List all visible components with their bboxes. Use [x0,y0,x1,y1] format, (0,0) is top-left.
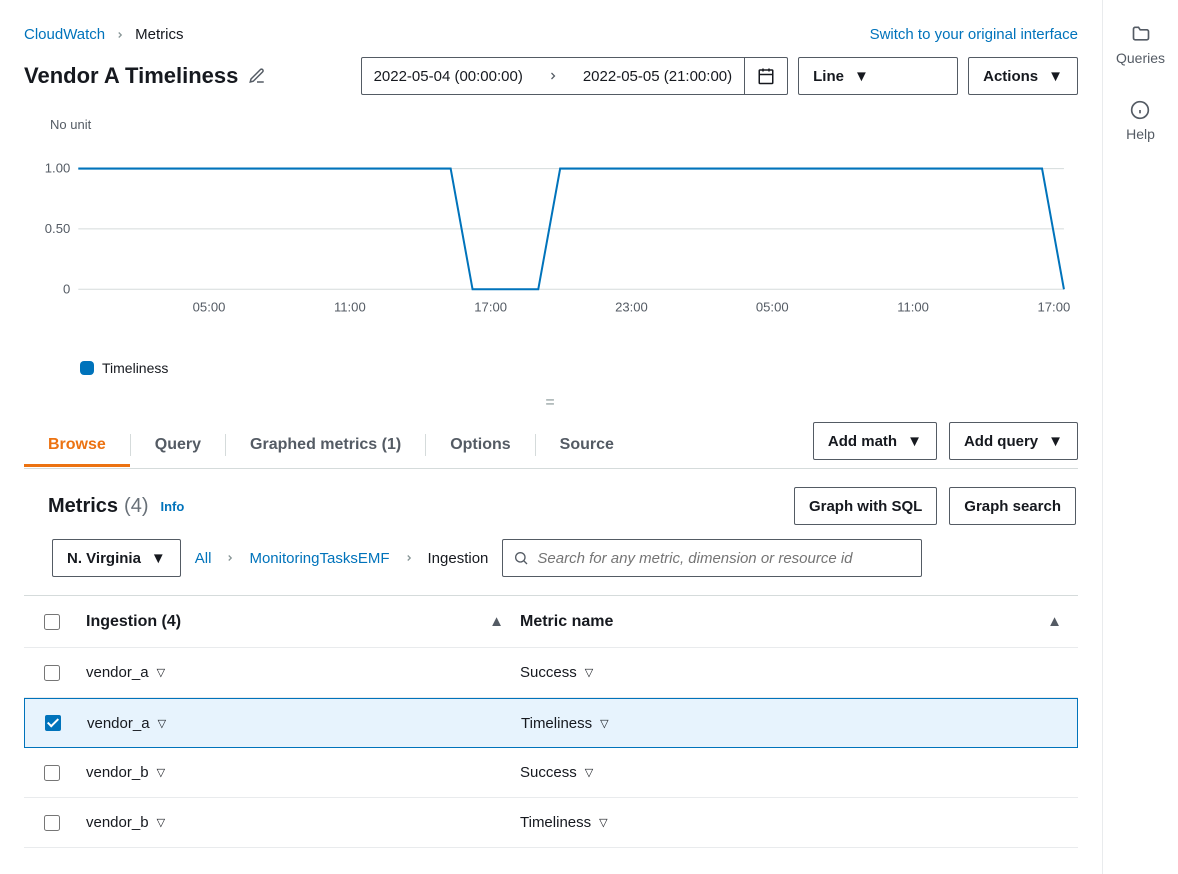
help-icon [1130,100,1150,120]
resize-handle-icon[interactable]: = [24,392,1078,422]
table-row[interactable]: vendor_b ▽ Timeliness ▽ [24,798,1078,848]
svg-text:0.50: 0.50 [45,221,70,236]
tab-browse[interactable]: Browse [24,424,130,466]
sort-icon[interactable]: ▲ [489,613,520,630]
chevron-down-icon: ▼ [151,550,166,567]
edit-icon[interactable] [248,67,266,85]
date-from[interactable]: 2022-05-04 (00:00:00) [362,58,535,94]
rail-queries[interactable]: Queries [1116,24,1165,66]
legend-label: Timeliness [102,360,168,376]
cell-metric: Timeliness [520,814,591,831]
graph-search-button[interactable]: Graph search [949,487,1076,525]
metrics-heading: Metrics (4) [48,495,148,518]
breadcrumb-root[interactable]: CloudWatch [24,26,105,43]
legend-swatch [80,361,94,375]
svg-text:1.00: 1.00 [45,161,70,176]
switch-interface-link[interactable]: Switch to your original interface [870,26,1078,43]
svg-text:11:00: 11:00 [897,299,929,314]
rail-help-label: Help [1126,126,1155,142]
table-row[interactable]: vendor_a ▽ Success ▽ [24,648,1078,698]
svg-text:11:00: 11:00 [334,299,366,314]
metric-search-input[interactable] [537,550,911,567]
calendar-icon[interactable] [744,58,787,94]
tabs: BrowseQueryGraphed metrics (1)OptionsSou… [24,422,1078,469]
chevron-down-icon: ▼ [854,68,869,85]
actions-button[interactable]: Actions ▼ [968,57,1078,95]
chevron-right-icon [225,553,235,563]
dropdown-icon[interactable]: ▽ [157,666,165,679]
chart-y-label: No unit [28,117,1074,132]
svg-text:17:00: 17:00 [1038,299,1071,314]
select-all-checkbox[interactable] [44,614,60,630]
page-title: Vendor A Timeliness [24,63,351,89]
chevron-down-icon: ▼ [907,433,922,450]
cell-metric: Timeliness [521,715,592,732]
tab-options[interactable]: Options [426,424,534,466]
dropdown-icon[interactable]: ▽ [599,816,607,829]
svg-text:05:00: 05:00 [193,299,226,314]
breadcrumb-current: Metrics [135,26,183,43]
region-select[interactable]: N. Virginia▼ [52,539,181,577]
tab-source[interactable]: Source [536,424,638,466]
dropdown-icon[interactable]: ▽ [600,717,608,730]
table-row[interactable]: vendor_b ▽ Success ▽ [24,748,1078,798]
svg-text:23:00: 23:00 [615,299,648,314]
graph-with-sql-button[interactable]: Graph with SQL [794,487,937,525]
info-link[interactable]: Info [160,499,184,514]
dropdown-icon[interactable]: ▽ [585,766,593,779]
chevron-right-icon [535,58,571,94]
sort-icon[interactable]: ▲ [1047,613,1078,630]
dropdown-icon[interactable]: ▽ [157,766,165,779]
cell-ingestion: vendor_b [86,814,149,831]
metrics-table: Ingestion (4)▲ Metric name▲ vendor_a ▽Su… [24,595,1078,848]
nav-all-link[interactable]: All [195,550,212,567]
chevron-down-icon: ▼ [1048,433,1063,450]
column-header-metric[interactable]: Metric name [520,613,613,631]
dropdown-icon[interactable]: ▽ [585,666,593,679]
table-row[interactable]: vendor_a ▽ Timeliness ▽ [24,698,1078,748]
row-checkbox[interactable] [44,815,60,831]
add-math-button[interactable]: Add math▼ [813,422,937,460]
tab-graphed[interactable]: Graphed metrics (1) [226,424,425,466]
row-checkbox[interactable] [45,715,61,731]
date-range-picker[interactable]: 2022-05-04 (00:00:00) 2022-05-05 (21:00:… [361,57,789,95]
search-icon [513,550,529,566]
cell-ingestion: vendor_b [86,764,149,781]
svg-text:05:00: 05:00 [756,299,789,314]
metric-search[interactable] [502,539,922,577]
chevron-right-icon [115,30,125,40]
cell-metric: Success [520,664,577,681]
chart-container: No unit 0 0.50 1.00 05:00 11:00 17:00 23:00 05:… [24,113,1078,384]
breadcrumb: CloudWatch Metrics [24,26,184,43]
tab-query[interactable]: Query [131,424,225,466]
chevron-down-icon: ▼ [1048,68,1063,85]
rail-help[interactable]: Help [1126,100,1155,142]
cell-ingestion: vendor_a [87,715,150,732]
chart-type-select[interactable]: Line ▼ [798,57,958,95]
folder-icon [1131,24,1151,44]
dropdown-icon[interactable]: ▽ [157,816,165,829]
chevron-right-icon [404,553,414,563]
svg-text:17:00: 17:00 [474,299,507,314]
column-header-ingestion[interactable]: Ingestion (4) [86,613,181,631]
svg-text:0: 0 [63,281,70,296]
add-query-button[interactable]: Add query▼ [949,422,1078,460]
rail-queries-label: Queries [1116,50,1165,66]
row-checkbox[interactable] [44,665,60,681]
row-checkbox[interactable] [44,765,60,781]
nav-dimension-current: Ingestion [428,550,489,567]
nav-namespace-link[interactable]: MonitoringTasksEMF [249,550,389,567]
dropdown-icon[interactable]: ▽ [158,717,166,730]
date-to[interactable]: 2022-05-05 (21:00:00) [571,58,744,94]
metrics-chart[interactable]: 0 0.50 1.00 05:00 11:00 17:00 23:00 05:00 11:00 1… [28,134,1074,354]
cell-metric: Success [520,764,577,781]
cell-ingestion: vendor_a [86,664,149,681]
